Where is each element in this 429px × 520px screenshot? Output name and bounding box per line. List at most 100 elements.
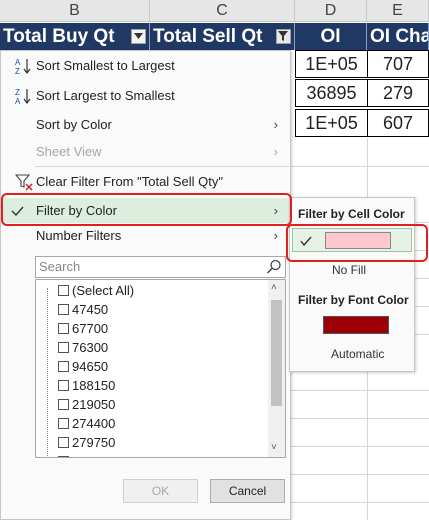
list-item-label: 94650 (72, 359, 109, 374)
cell-oi[interactable]: 1E+05 (295, 109, 368, 137)
list-item[interactable]: 94650 (58, 358, 108, 376)
cell-oi-change[interactable]: 279 (367, 79, 429, 107)
header-label: OI (320, 26, 341, 47)
cell-color-option[interactable] (292, 228, 412, 252)
checkbox[interactable] (58, 304, 69, 315)
menu-item-number-filters[interactable]: Number Filters › (1, 223, 290, 248)
filter-funnel-icon (278, 31, 288, 41)
menu-item-label: Filter by Color (36, 203, 117, 218)
automatic-option[interactable]: Automatic (331, 347, 384, 361)
cell-oi[interactable]: 36895 (295, 79, 368, 107)
menu-item-sort-desc[interactable]: Z A Sort Largest to Smallest (1, 83, 290, 108)
gridline (291, 390, 429, 391)
scroll-up-icon[interactable]: ˄ (271, 282, 277, 293)
list-item-label: (Select All) (72, 283, 135, 298)
menu-item-filter-by-color[interactable]: Filter by Color › (1, 198, 290, 223)
sort-za-icon: Z A (15, 88, 31, 105)
cell-oi-change[interactable]: 607 (367, 109, 429, 137)
search-input[interactable]: Search (35, 256, 286, 278)
header-label: Total Sell Qt (153, 26, 263, 47)
list-item-label: 76300 (72, 340, 109, 355)
scroll-thumb[interactable] (271, 300, 282, 406)
checkbox[interactable] (58, 285, 69, 296)
cell-oi[interactable]: 1E+05 (295, 50, 368, 78)
autofilter-menu: A Z Sort Smallest to Largest Z A Sort La… (0, 50, 291, 520)
header-oi: OI (295, 23, 367, 50)
gridline (291, 474, 429, 475)
font-color-heading: Filter by Font Color (298, 293, 409, 307)
value-list[interactable]: (Select All) 47450 67700 76300 94650 188… (35, 279, 286, 458)
list-item-label: 47450 (72, 302, 109, 317)
chevron-right-icon: › (273, 203, 278, 218)
list-item-label: 188150 (72, 378, 116, 393)
list-item[interactable]: 279750 (58, 434, 115, 452)
menu-item-sort-asc[interactable]: A Z Sort Smallest to Largest (1, 53, 290, 78)
checkbox[interactable] (58, 342, 69, 353)
ok-button[interactable]: OK (123, 479, 198, 503)
list-item[interactable]: 188150 (58, 377, 115, 395)
chevron-right-icon: › (273, 144, 278, 159)
gridline (415, 250, 429, 251)
checkbox[interactable] (58, 361, 69, 372)
checkbox[interactable] (58, 380, 69, 391)
gridline (291, 166, 429, 167)
list-item-label: 404950 (72, 454, 115, 457)
pink-color-swatch (325, 232, 391, 249)
list-item[interactable]: 67700 (58, 320, 108, 338)
cell-oi-change[interactable]: 707 (367, 50, 429, 78)
red-font-color-swatch[interactable] (323, 316, 389, 334)
scroll-down-icon[interactable]: ˅ (271, 442, 277, 453)
checkbox[interactable] (58, 399, 69, 410)
menu-item-label: Sort by Color (36, 117, 112, 132)
column-letter-b[interactable]: B (0, 0, 150, 22)
menu-item-clear-filter[interactable]: Clear Filter From "Total Sell Qty" (1, 169, 290, 194)
search-placeholder: Search (39, 259, 81, 274)
checkmark-icon (11, 206, 24, 217)
column-letter-c[interactable]: C (150, 0, 295, 22)
checkbox[interactable] (58, 437, 69, 448)
menu-item-sort-by-color[interactable]: Sort by Color › (1, 112, 290, 137)
sort-az-icon: A Z (15, 58, 31, 75)
gridline (291, 446, 429, 447)
list-item-label: 279750 (72, 435, 116, 450)
search-icon[interactable] (266, 259, 282, 275)
svg-text:A: A (15, 97, 21, 105)
gridline (415, 222, 429, 223)
filter-by-color-submenu: Filter by Cell Color No Fill Filter by F… (289, 197, 415, 372)
filter-active-button[interactable] (276, 29, 291, 44)
gridline (415, 334, 429, 335)
chevron-right-icon: › (273, 117, 278, 132)
svg-text:A: A (15, 58, 21, 67)
filter-dropdown-button[interactable] (131, 29, 146, 44)
clear-filter-icon (15, 174, 33, 191)
list-scrollbar[interactable]: ˄ ˅ (268, 280, 285, 457)
menu-item-label: Sheet View (36, 144, 102, 159)
menu-item-label: Sort Largest to Smallest (36, 88, 175, 103)
menu-item-label: Clear Filter From "Total Sell Qty" (36, 174, 223, 189)
header-oi-change: OI Cha (367, 23, 429, 50)
no-fill-option[interactable]: No Fill (332, 263, 366, 277)
chevron-right-icon: › (273, 228, 278, 243)
checkbox[interactable] (58, 456, 69, 457)
column-letter-e[interactable]: E (367, 0, 429, 22)
checkbox[interactable] (58, 323, 69, 334)
svg-text:Z: Z (15, 67, 20, 75)
list-item[interactable]: 274400 (58, 415, 115, 433)
tree-connector (47, 288, 48, 457)
header-total-sell-qty: Total Sell Qt (150, 23, 295, 50)
menu-item-sheet-view[interactable]: Sheet View › (1, 139, 290, 164)
list-item[interactable]: 76300 (58, 339, 108, 357)
cancel-button[interactable]: Cancel (210, 479, 285, 503)
cell-color-heading: Filter by Cell Color (298, 207, 405, 221)
list-item[interactable]: 404950 (58, 453, 115, 457)
list-item-label: 219050 (72, 397, 116, 412)
header-total-buy-qty: Total Buy Qt (0, 23, 150, 50)
list-item[interactable]: 47450 (58, 301, 108, 319)
gridline (415, 306, 429, 307)
list-item-select-all[interactable]: (Select All) (58, 282, 134, 300)
column-letter-d[interactable]: D (295, 0, 367, 22)
list-item[interactable]: 219050 (58, 396, 115, 414)
gridline (291, 418, 429, 419)
menu-item-label: Sort Smallest to Largest (36, 58, 175, 73)
checkbox[interactable] (58, 418, 69, 429)
